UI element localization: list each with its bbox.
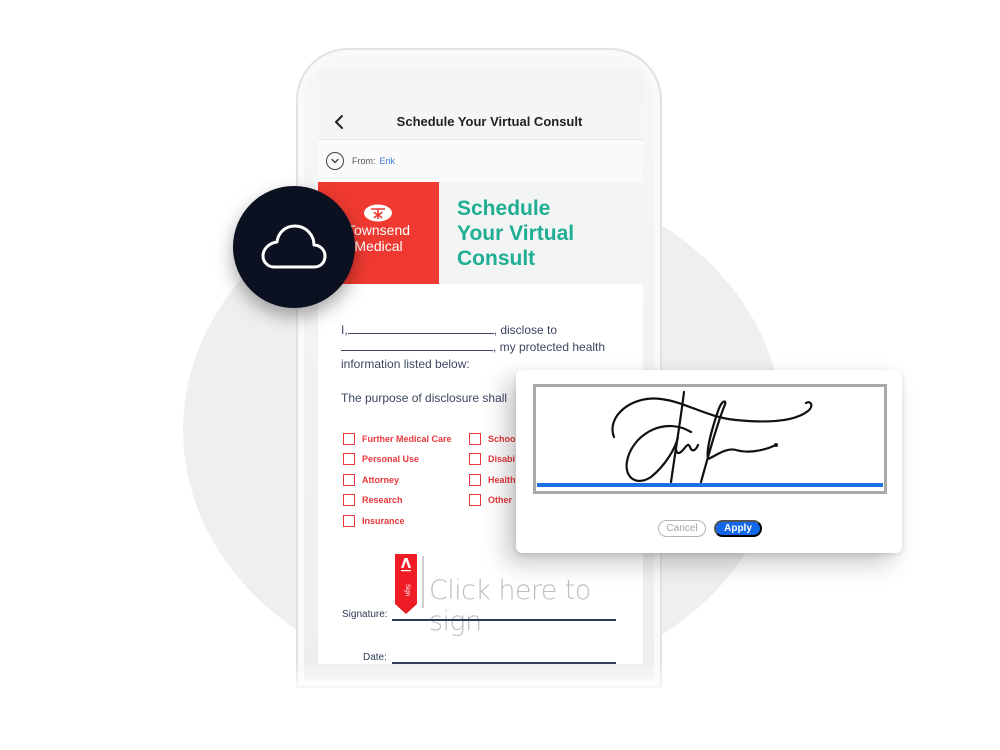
checkbox-box[interactable] bbox=[469, 494, 481, 506]
checkbox-disability[interactable]: Disabi bbox=[469, 453, 515, 465]
line1-prefix: I, bbox=[341, 323, 348, 337]
signature-line bbox=[392, 619, 616, 621]
checkbox-label: Insurance bbox=[362, 516, 405, 526]
checkbox-school[interactable]: School bbox=[469, 433, 518, 445]
cloud-badge bbox=[233, 186, 355, 308]
sender-name-link[interactable]: Erik bbox=[380, 156, 396, 166]
medical-logo-icon bbox=[364, 204, 392, 222]
name-blank-field[interactable] bbox=[347, 323, 494, 334]
checkbox-box[interactable] bbox=[469, 453, 481, 465]
banner-title-line-2: Your Virtual bbox=[457, 222, 575, 245]
apply-button[interactable]: Apply bbox=[714, 520, 762, 537]
drawn-signature bbox=[611, 390, 813, 484]
checkbox-personal-use[interactable]: Personal Use bbox=[343, 453, 419, 465]
phone-status-area bbox=[318, 70, 643, 104]
checkbox-label: Other bbox=[488, 495, 513, 505]
document-banner: Townsend Medical Schedule Your Virtual C… bbox=[318, 182, 643, 284]
chevron-left-icon[interactable] bbox=[330, 112, 350, 132]
checkbox-further-medical-care[interactable]: Further Medical Care bbox=[343, 433, 452, 445]
phone-bottom-fade bbox=[280, 662, 680, 750]
sign-divider bbox=[422, 556, 424, 608]
checkbox-label: Disabi bbox=[488, 454, 516, 464]
checkbox-box[interactable] bbox=[469, 474, 481, 486]
checkbox-research[interactable]: Research bbox=[343, 494, 403, 506]
signature-label: Signature: bbox=[342, 609, 388, 620]
checkbox-box[interactable] bbox=[469, 433, 481, 445]
line1-suffix: , disclose to bbox=[493, 323, 558, 337]
disclosure-line-1: I, , disclose to bbox=[341, 322, 643, 339]
from-label: From: bbox=[352, 156, 376, 166]
signature-baseline bbox=[537, 483, 883, 487]
checkbox-health[interactable]: Health bbox=[469, 474, 516, 486]
adobe-sign-flag-icon[interactable]: Sign bbox=[395, 554, 417, 614]
checkbox-box[interactable] bbox=[343, 433, 355, 445]
cloud-icon bbox=[261, 224, 327, 269]
checkbox-label: Health bbox=[488, 475, 516, 485]
signature-dialog: Cancel Apply bbox=[516, 370, 902, 553]
recipient-blank-field[interactable] bbox=[341, 340, 493, 351]
checkbox-label: School bbox=[488, 434, 519, 444]
checkbox-box[interactable] bbox=[343, 453, 355, 465]
checkbox-box[interactable] bbox=[343, 515, 355, 527]
checkbox-box[interactable] bbox=[343, 474, 355, 486]
signature-section: Sign Click here to sign Signature: Date: bbox=[318, 550, 643, 664]
svg-text:Sign: Sign bbox=[404, 584, 410, 596]
signature-pad[interactable] bbox=[533, 384, 887, 494]
banner-title-line-1: Schedule bbox=[457, 197, 551, 220]
checkbox-label: Attorney bbox=[362, 475, 400, 485]
checkbox-insurance[interactable]: Insurance bbox=[343, 515, 405, 527]
banner-title-line-3: Consult bbox=[457, 247, 536, 270]
disclosure-line-2: , my protected health bbox=[341, 339, 643, 356]
sender-row: From: Erik bbox=[318, 140, 643, 182]
checkbox-box[interactable] bbox=[343, 494, 355, 506]
checkbox-attorney[interactable]: Attorney bbox=[343, 474, 399, 486]
checkbox-other[interactable]: Other bbox=[469, 494, 512, 506]
banner-title: Schedule Your Virtual Consult bbox=[439, 182, 643, 284]
nav-title: Schedule Your Virtual Consult bbox=[396, 114, 583, 129]
click-to-sign-field[interactable]: Click here to sign bbox=[429, 575, 643, 637]
checkbox-label: Research bbox=[362, 495, 403, 505]
nav-bar: Schedule Your Virtual Consult bbox=[318, 104, 643, 140]
cancel-button[interactable]: Cancel bbox=[658, 520, 706, 537]
chevron-down-circle-icon[interactable] bbox=[326, 152, 344, 170]
checkbox-label: Further Medical Care bbox=[362, 434, 452, 444]
line2-suffix: , my protected health bbox=[493, 340, 606, 354]
checkbox-label: Personal Use bbox=[362, 454, 420, 464]
